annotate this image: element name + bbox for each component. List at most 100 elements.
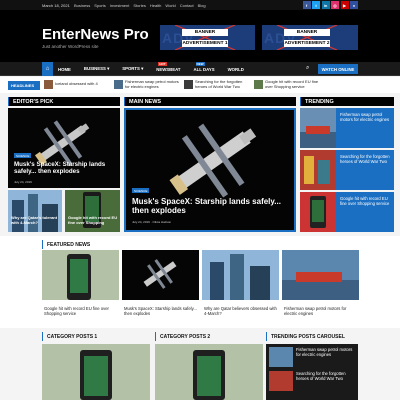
satellite-image (122, 250, 199, 300)
banner-ad-1[interactable]: ADV BANNER ADVERTISEMENT 1 (160, 25, 255, 50)
article-title[interactable]: Fisherman swap petrol motors for electri… (284, 306, 358, 316)
ticker-thumb (44, 80, 53, 89)
category-1-card[interactable] (42, 344, 150, 400)
article-title[interactable]: Searching for the forgotten heroes of Wo… (296, 371, 356, 381)
current-date: March 18, 2021 (42, 2, 70, 8)
featured-card-1[interactable]: Google hit with record EU fine over Shop… (42, 250, 119, 325)
top-bar: March 18, 2021 Business Sports Investmen… (0, 0, 400, 10)
nav-item-label: NEWSBEAT (156, 66, 181, 72)
main-nav: ⌂ HOME BUSINESS ▾ SPORTS ▾ HOT NEWSBEAT N… (0, 61, 400, 76)
top-nav-link[interactable]: Investment (110, 3, 130, 8)
facebook-icon[interactable]: f (302, 1, 311, 9)
article-title[interactable]: Why are Qatar believers obsessed with 4-… (204, 306, 278, 316)
trending-item-2[interactable]: Searching for the forgotten heroes of Wo… (300, 150, 394, 190)
phone-image (155, 344, 263, 400)
trending-item-1[interactable]: Fisherman swap petrol motors for electri… (300, 108, 394, 148)
article-title[interactable]: Google hit with record EU fine over Shop… (44, 306, 118, 316)
top-nav-link[interactable]: Sports (94, 3, 106, 8)
category-badge[interactable]: SCIENCE (132, 188, 150, 193)
youtube-icon[interactable]: ▶ (340, 1, 349, 9)
section-title-trending: TRENDING (300, 97, 394, 106)
section-title-carousel: TRENDING POSTS CAROUSEL (266, 332, 358, 341)
main-news-card[interactable]: SCIENCE Musk's SpaceX: Starship lands sa… (124, 108, 296, 232)
ticker-item[interactable]: Iceland obsessed with 4 (44, 80, 110, 89)
ticker-item[interactable]: Searching for the forgotten heroes of Wo… (184, 79, 250, 89)
ticker-thumb (254, 80, 263, 89)
satellite-image (8, 108, 120, 188)
section-title-main-news: MAIN NEWS (124, 97, 296, 106)
article-title[interactable]: Searching for the forgotten heroes of Wo… (340, 154, 392, 164)
hot-badge: HOT (158, 61, 167, 66)
banner-ad-2[interactable]: ADV BANNER ADVERTISEMENT 2 (262, 25, 358, 50)
article-title[interactable]: Google hit with record EU fine over Shop… (68, 215, 118, 225)
nav-item-label: ALL DAYS (193, 66, 215, 72)
ad-label-line1: BANNER (182, 29, 228, 36)
top-nav-link[interactable]: World (165, 3, 175, 8)
top-nav-link[interactable]: Stories (133, 3, 145, 8)
headlines-bar: HEADLINES Iceland obsessed with 4 Fisher… (0, 77, 400, 93)
nav-item-world[interactable]: WORLD (228, 67, 244, 72)
city-image (202, 250, 279, 300)
social-links: f t in ◎ ▶ v (302, 1, 358, 9)
ad-label-line2: ADVERTISEMENT 1 (182, 40, 228, 47)
carousel-box: Fisherman swap petrol motors for electri… (266, 344, 358, 400)
nav-item-newsbeat[interactable]: HOT NEWSBEAT (156, 61, 181, 72)
category-badge[interactable]: SCIENCE (14, 153, 32, 158)
ticker-title: Iceland obsessed with 4 (55, 81, 98, 87)
editors-big-card[interactable]: SCIENCE Musk's SpaceX: Starship lands sa… (8, 108, 120, 188)
ad-label-line2: ADVERTISEMENT 2 (284, 40, 330, 47)
top-nav-link[interactable]: Contact (180, 3, 194, 8)
city-image (8, 190, 62, 232)
featured-card-4[interactable]: Fisherman swap petrol motors for electri… (282, 250, 359, 325)
search-icon[interactable]: ⌕ (306, 65, 309, 72)
top-nav-link[interactable]: Blog (198, 3, 206, 8)
article-title[interactable]: Musk's SpaceX: Starship lands safely... … (132, 197, 290, 215)
article-title[interactable]: Musk's SpaceX: Starship lands safely... … (124, 306, 198, 316)
site-logo[interactable]: EnterNews Pro (42, 26, 149, 43)
home-icon[interactable]: ⌂ (42, 62, 53, 76)
ticker-item[interactable]: Google hit with record EU fine over Shop… (254, 79, 320, 89)
phone-image (300, 192, 336, 232)
ticker-thumb (114, 80, 123, 89)
phone-image (42, 250, 119, 300)
instagram-icon[interactable]: ◎ (331, 1, 339, 9)
editors-small-card-1[interactable]: Why are Qatar's tolerant with 4-March? (8, 190, 62, 232)
nav-item-all-days[interactable]: NEW ALL DAYS (193, 61, 215, 72)
nav-item-sports[interactable]: SPORTS ▾ (122, 66, 143, 72)
twitter-icon[interactable]: t (312, 1, 320, 9)
ticker-title: Searching for the forgotten heroes of Wo… (195, 79, 243, 89)
article-title[interactable]: Musk's SpaceX: Starship lands safely... … (14, 161, 114, 175)
article-title[interactable]: Why are Qatar's tolerant with 4-March? (11, 215, 61, 225)
nav-item-home[interactable]: HOME (58, 67, 71, 72)
article-title[interactable]: Google hit with record EU fine over Shop… (340, 196, 392, 206)
ad-label-line1: BANNER (284, 29, 330, 36)
article-meta: July 24, 2019 · Olivia Hudson (132, 220, 172, 224)
category-2-card[interactable] (155, 344, 263, 400)
featured-card-3[interactable]: Why are Qatar believers obsessed with 4-… (202, 250, 279, 325)
boat-image (300, 108, 336, 148)
site-tagline: Just another WordPress site (42, 44, 99, 49)
new-badge: NEW (195, 61, 205, 66)
article-title[interactable]: Fisherman swap petrol motors for electri… (296, 347, 356, 357)
ticker-item[interactable]: Fisherman swap petrol motors for electri… (114, 79, 180, 89)
nav-item-business[interactable]: BUSINESS ▾ (84, 66, 109, 72)
site-header: EnterNews Pro Just another WordPress sit… (0, 10, 400, 62)
watch-online-button[interactable]: WATCH ONLINE (318, 64, 358, 74)
ticker-title: Fisherman swap petrol motors for electri… (125, 79, 179, 89)
editors-small-card-2[interactable]: Google hit with record EU fine over Shop… (65, 190, 120, 232)
phone-image (65, 190, 120, 232)
section-title-editors-pick: EDITOR'S PICK (8, 97, 120, 106)
article-date: July 24, 2019 (14, 180, 32, 184)
featured-card-2[interactable]: Musk's SpaceX: Starship lands safely... … (122, 250, 199, 325)
market-image (300, 150, 336, 190)
top-nav-link[interactable]: Health (150, 3, 162, 8)
ticker-thumb (184, 80, 193, 89)
linkedin-icon[interactable]: in (321, 1, 330, 9)
trending-item-3[interactable]: Google hit with record EU fine over Shop… (300, 192, 394, 232)
article-title[interactable]: Fisherman swap petrol motors for electri… (340, 112, 392, 122)
vimeo-icon[interactable]: v (350, 1, 358, 9)
phone-image (42, 344, 150, 400)
top-nav-link[interactable]: Business (74, 3, 90, 8)
boat-image (282, 250, 359, 300)
ticker-title: Google hit with record EU fine over Shop… (265, 79, 319, 89)
